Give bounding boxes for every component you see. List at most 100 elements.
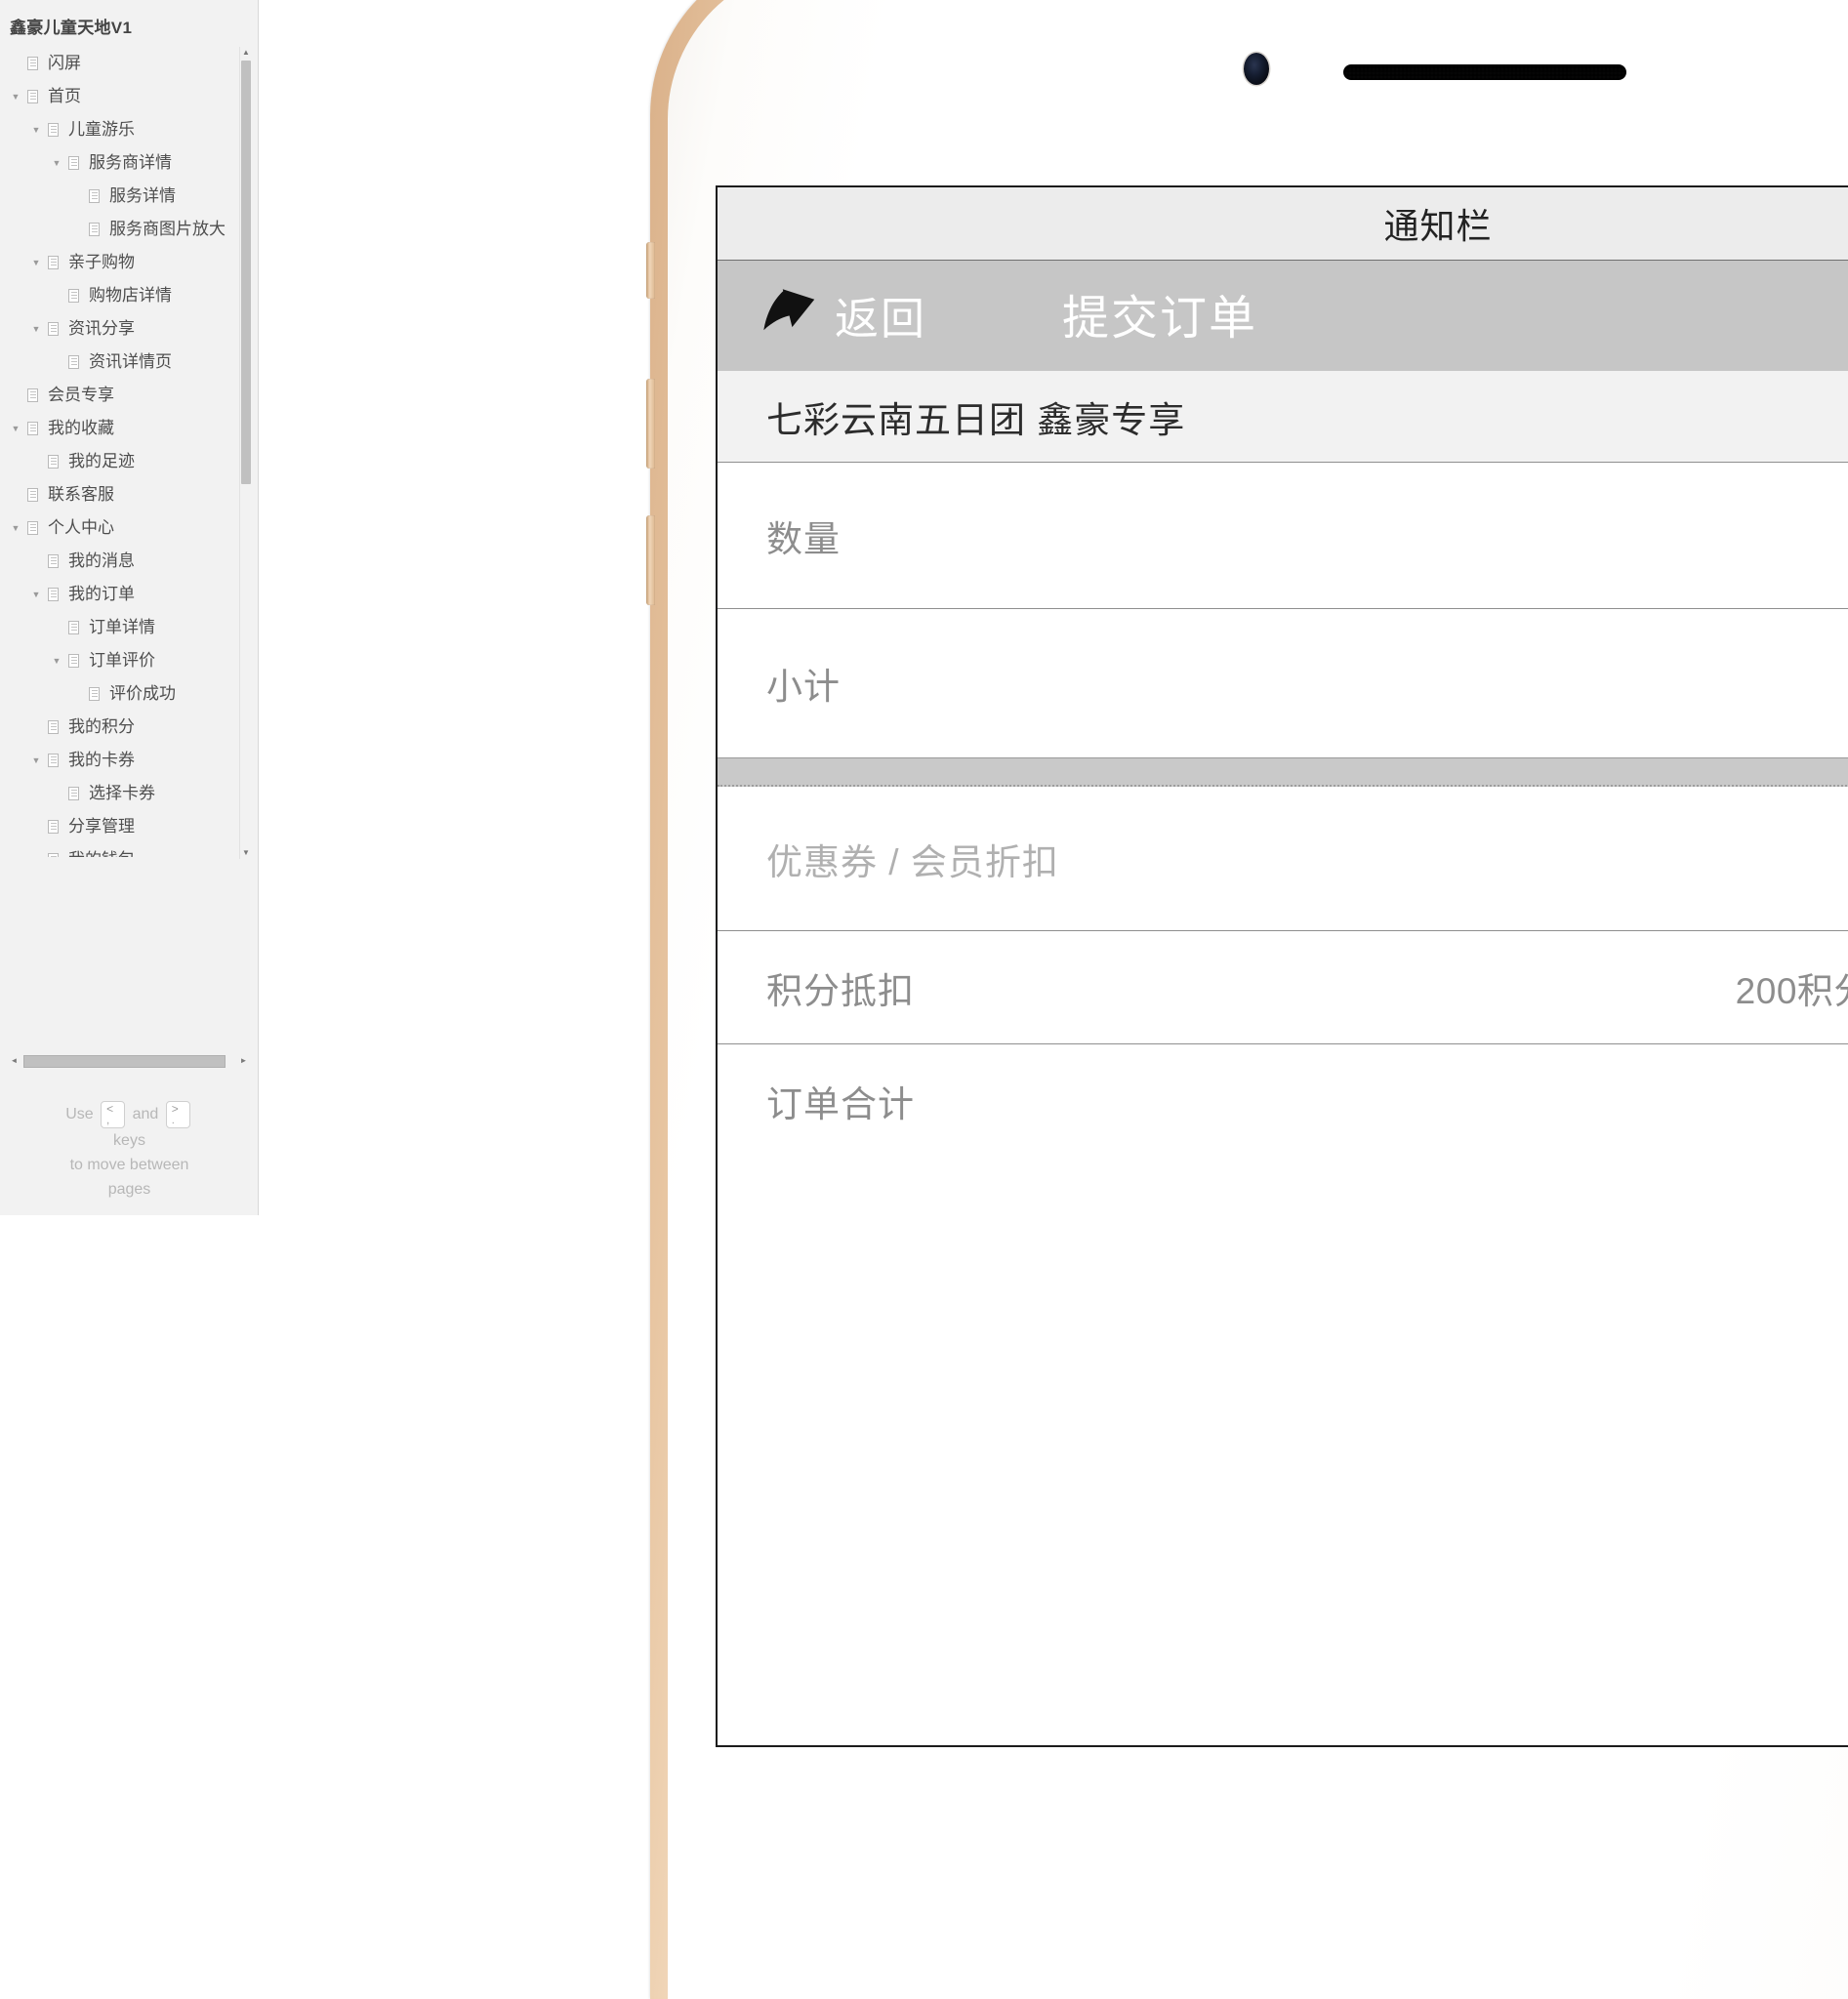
page-icon (44, 851, 63, 857)
hint-use-text: Use (65, 1106, 94, 1123)
page-icon (44, 718, 63, 736)
order-total-label: 订单合计 (766, 1084, 915, 1124)
tree-item-label: 评价成功 (109, 684, 176, 703)
prev-key-sub-glyph: , (106, 1115, 110, 1126)
sidebar-horizontal-scrollbar[interactable]: ◄ ► (8, 1053, 250, 1069)
page-icon (44, 453, 63, 470)
tree-item-label: 选择卡券 (89, 784, 155, 802)
page-icon (44, 254, 63, 271)
notification-bar-title: 通知栏 (1383, 206, 1493, 246)
scroll-right-arrow-icon[interactable]: ► (237, 1054, 250, 1067)
tree-item-label: 购物店详情 (89, 286, 172, 305)
page-icon (23, 387, 43, 404)
tree-item-label: 我的足迹 (68, 452, 135, 470)
tree-item[interactable]: ▼ 儿童游乐 (0, 113, 246, 146)
vertical-scroll-thumb[interactable] (241, 61, 251, 484)
chevron-down-icon[interactable]: ▼ (49, 644, 64, 677)
tree-item[interactable]: ▼ 我的卡券 (0, 744, 246, 777)
chevron-down-icon[interactable]: ▼ (28, 312, 44, 346)
navbar-title: 提交订单 (1062, 293, 1258, 345)
tree-item-label: 订单评价 (89, 651, 155, 670)
scroll-down-arrow-icon[interactable]: ▼ (240, 847, 252, 859)
sidebar: 鑫豪儿童天地V1 ▼闪屏▼首页▼儿童游乐▼服务商详情▼服务详情▼服务商图片放大▼… (0, 0, 259, 1215)
tree-item[interactable]: ▼ 服务商详情 (0, 146, 246, 180)
keyboard-hint: Use < , and > . keys to move between pag… (0, 1101, 258, 1202)
tree-item[interactable]: ▼ 我的收藏 (0, 412, 246, 445)
next-page-keycap: > . (165, 1101, 190, 1128)
chevron-down-icon[interactable]: ▼ (28, 113, 44, 146)
points-deduction-row[interactable]: 积分抵扣 200积分已抵扣¥2.00元 (718, 931, 1848, 1044)
tree-item[interactable]: ▼我的消息 (0, 545, 246, 578)
chevron-down-icon[interactable]: ▼ (28, 246, 44, 279)
tree-item[interactable]: ▼资讯详情页 (0, 346, 246, 379)
subtotal-row: 小计 ¥1221.8 (718, 609, 1848, 757)
scroll-up-arrow-icon[interactable]: ▲ (240, 47, 252, 59)
page-icon (64, 154, 84, 172)
phone-volume-down-button (646, 515, 655, 605)
product-row[interactable]: 七彩云南五日团 鑫豪专享 ¥1221.8 (718, 371, 1848, 463)
page-icon (64, 785, 84, 802)
tree-item-label: 服务详情 (109, 186, 176, 205)
horizontal-scroll-thumb[interactable] (23, 1055, 226, 1068)
phone-mute-switch (646, 242, 655, 299)
tree-item[interactable]: ▼购物店详情 (0, 279, 246, 312)
coupon-row[interactable]: 优惠券 / 会员折扣 (718, 787, 1848, 931)
keyboard-hint-line1: Use < , and > . (0, 1101, 258, 1128)
page-tree[interactable]: ▼闪屏▼首页▼儿童游乐▼服务商详情▼服务详情▼服务商图片放大▼亲子购物▼购物店详… (0, 47, 246, 857)
product-name: 七彩云南五日团 鑫豪专享 (766, 399, 1186, 440)
tree-item[interactable]: ▼闪屏 (0, 47, 246, 80)
points-deduction-label: 积分抵扣 (766, 970, 915, 1011)
tree-item[interactable]: ▼订单详情 (0, 611, 246, 644)
tree-item[interactable]: ▼ 我的订单 (0, 578, 246, 611)
tree-item-label: 我的收藏 (48, 419, 114, 437)
page-icon (23, 88, 43, 105)
tree-item[interactable]: ▼联系客服 (0, 478, 246, 511)
chevron-down-icon[interactable]: ▼ (28, 744, 44, 777)
tree-item[interactable]: ▼我的钱包 (0, 843, 246, 857)
coupon-label: 优惠券 / 会员折扣 (766, 841, 1059, 882)
tree-item[interactable]: ▼服务商图片放大 (0, 213, 246, 246)
chevron-down-icon[interactable]: ▼ (8, 511, 23, 545)
page-icon (44, 752, 63, 769)
tree-item[interactable]: ▼ 订单评价 (0, 644, 246, 677)
tree-item[interactable]: ▼我的积分 (0, 711, 246, 744)
page-icon (23, 420, 43, 437)
back-arrow-icon[interactable] (759, 288, 823, 339)
page-icon (85, 221, 104, 238)
page-icon (85, 685, 104, 703)
tree-item-label: 我的消息 (68, 551, 135, 570)
tree-item[interactable]: ▼ 资讯分享 (0, 312, 246, 346)
chevron-down-icon[interactable]: ▼ (8, 80, 23, 113)
phone-volume-up-button (646, 379, 655, 469)
tree-item[interactable]: ▼分享管理 (0, 810, 246, 843)
order-total-row: 订单合计 ¥1221.8 (718, 1044, 1848, 1158)
tree-item[interactable]: ▼服务详情 (0, 180, 246, 213)
keyboard-hint-line2: keys (113, 1132, 145, 1149)
chevron-down-icon[interactable]: ▼ (49, 146, 64, 180)
page-icon (23, 55, 43, 72)
tree-item[interactable]: ▼ 个人中心 (0, 511, 246, 545)
sidebar-vertical-scrollbar[interactable]: ▲ ▼ (239, 47, 252, 859)
back-button-label[interactable]: 返回 (835, 283, 926, 347)
tree-item-label: 分享管理 (68, 817, 135, 836)
tree-item[interactable]: ▼我的足迹 (0, 445, 246, 478)
tree-item[interactable]: ▼评价成功 (0, 677, 246, 711)
tree-item[interactable]: ▼会员专享 (0, 379, 246, 412)
tree-item-label: 我的订单 (68, 585, 135, 603)
page-icon (44, 552, 63, 570)
page-icon (64, 353, 84, 371)
tree-item-label: 资讯分享 (68, 319, 135, 338)
tree-item-label: 我的卡券 (68, 751, 135, 769)
tree-item[interactable]: ▼ 首页 (0, 80, 246, 113)
scroll-left-arrow-icon[interactable]: ◄ (8, 1054, 21, 1067)
tree-item[interactable]: ▼ 亲子购物 (0, 246, 246, 279)
points-deduction-value: 200积分已抵扣¥2.00元 (1735, 970, 1848, 1011)
tree-item-label: 订单详情 (89, 618, 155, 636)
chevron-down-icon[interactable]: ▼ (8, 412, 23, 445)
chevron-down-icon[interactable]: ▼ (28, 578, 44, 611)
section-divider (718, 757, 1848, 787)
tree-item-label: 个人中心 (48, 518, 114, 537)
page-icon (64, 652, 84, 670)
tree-item[interactable]: ▼选择卡券 (0, 777, 246, 810)
quantity-row[interactable]: 数量 - 1 + (718, 463, 1848, 609)
